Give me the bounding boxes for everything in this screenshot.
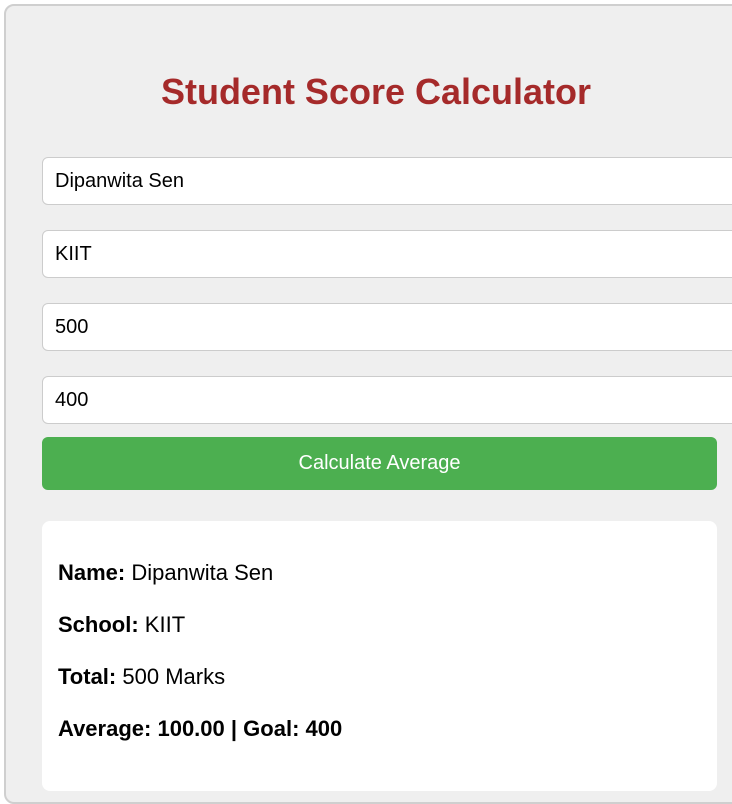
total-marks-input[interactable] (42, 303, 732, 351)
page-title: Student Score Calculator (160, 71, 592, 112)
result-total-value: 500 Marks (122, 664, 226, 689)
result-goal-label: Goal: (243, 716, 300, 741)
result-panel: Name: Dipanwita Sen School: KIIT Total: … (42, 521, 717, 791)
result-name-value: Dipanwita Sen (131, 560, 274, 585)
result-name-label: Name: (58, 560, 126, 585)
goal-input[interactable] (42, 376, 732, 424)
result-average-row: Average: 100.00 | Goal: 400 (58, 716, 342, 742)
result-total-row: Total: 500 Marks (58, 664, 225, 690)
result-average-value: 100.00 (157, 716, 225, 741)
result-total-label: Total: (58, 664, 117, 689)
result-school-value: KIIT (144, 612, 186, 637)
result-school-label: School: (58, 612, 139, 637)
school-input[interactable] (42, 230, 732, 278)
calculate-average-button[interactable]: Calculate Average (42, 437, 717, 490)
result-school-row: School: KIIT (58, 612, 185, 638)
result-goal-value: 400 (305, 716, 343, 741)
result-average-label: Average: (58, 716, 152, 741)
result-separator: | (230, 716, 238, 741)
student-name-input[interactable] (42, 157, 732, 205)
result-name-row: Name: Dipanwita Sen (58, 560, 273, 586)
calculator-card: Student Score Calculator Calculate Avera… (4, 4, 732, 804)
